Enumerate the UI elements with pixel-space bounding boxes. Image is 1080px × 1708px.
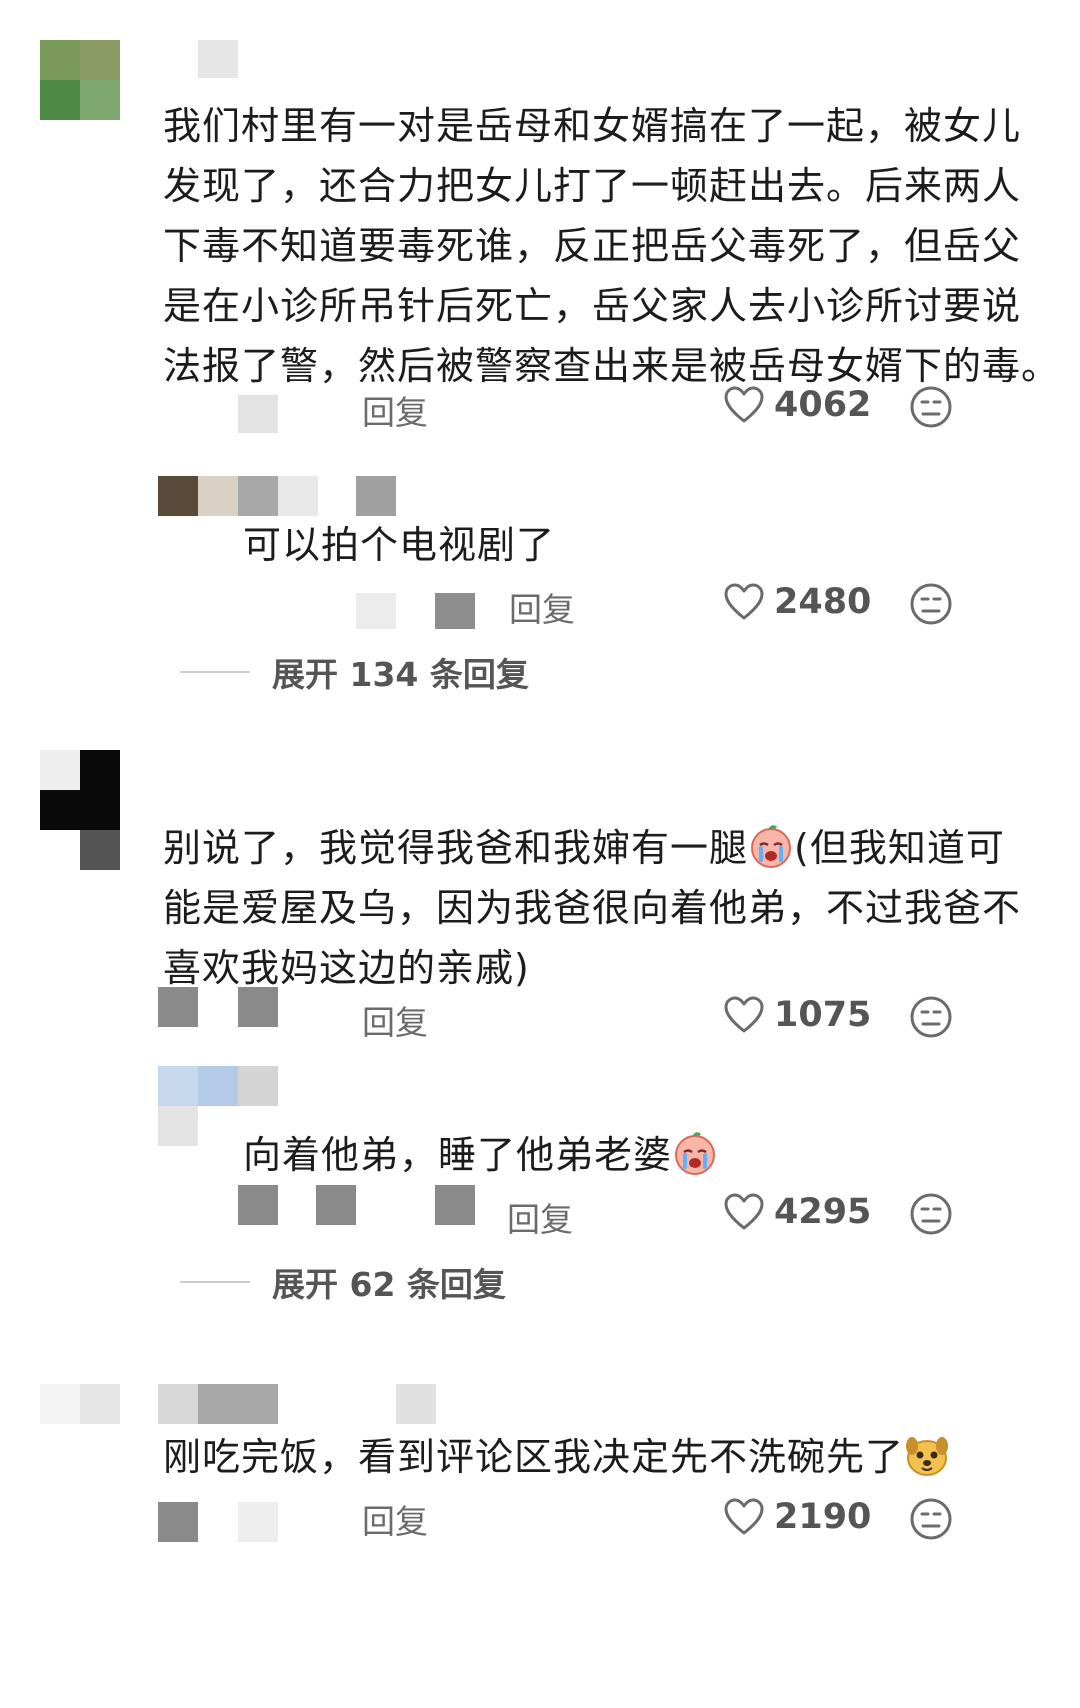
- neutral-face-icon[interactable]: [909, 1192, 953, 1236]
- heart-outline-icon: [724, 1498, 764, 1535]
- like-button[interactable]: 4295: [724, 1192, 871, 1232]
- expand-label: 展开 62 条回复: [272, 1265, 506, 1304]
- avatar[interactable]: [40, 1384, 120, 1424]
- like-button[interactable]: 2190: [724, 1497, 871, 1537]
- sub-reply-text: 可以拍个电视剧了: [243, 523, 556, 567]
- reply-button[interactable]: 回复: [507, 1193, 573, 1241]
- crying-face-emoji: [675, 1132, 716, 1175]
- like-count: 1075: [774, 995, 872, 1035]
- heart-outline-icon: [724, 583, 764, 620]
- expand-replies-button[interactable]: 展开 62 条回复: [180, 1258, 506, 1306]
- comment-text: 别说了，我觉得我爸和我婶有一腿 (但我知道可 能是爱屋及乌，因为我爸很向着他弟，不…: [163, 818, 1021, 998]
- expand-label: 展开 134 条回复: [272, 655, 529, 694]
- timestamp-mosaic: [238, 395, 278, 433]
- timestamp-mosaic: [238, 1185, 278, 1225]
- divider: [180, 1281, 250, 1283]
- timestamp-mosaic: [356, 593, 396, 629]
- dog-face-emoji: [906, 1437, 949, 1476]
- avatar[interactable]: [40, 40, 120, 120]
- reply-button[interactable]: 回复: [362, 996, 428, 1044]
- heart-outline-icon: [724, 386, 764, 423]
- timestamp-mosaic: [435, 593, 475, 629]
- timestamp-mosaic: [316, 1185, 356, 1225]
- like-count: 4295: [774, 1192, 872, 1232]
- like-button[interactable]: 1075: [724, 995, 871, 1035]
- heart-outline-icon: [724, 996, 764, 1033]
- comment-text: 刚吃完饭，看到评论区我决定先不洗碗先了: [163, 1427, 950, 1487]
- timestamp-mosaic: [158, 987, 198, 1027]
- neutral-face-icon[interactable]: [909, 995, 953, 1039]
- like-button[interactable]: 2480: [724, 582, 871, 622]
- username-mosaic[interactable]: [158, 1384, 438, 1424]
- neutral-face-icon[interactable]: [909, 1497, 953, 1541]
- timestamp-mosaic: [238, 1502, 278, 1542]
- sub-avatar-mosaic[interactable]: [158, 476, 398, 516]
- timestamp-mosaic: [435, 1185, 475, 1225]
- crying-face-emoji: [751, 825, 792, 868]
- like-count: 4062: [774, 385, 872, 425]
- sub-reply-text: 向着他弟，睡了他弟老婆: [243, 1125, 718, 1185]
- expand-replies-button[interactable]: 展开 134 条回复: [180, 648, 529, 696]
- neutral-face-icon[interactable]: [909, 582, 953, 626]
- divider: [180, 671, 250, 673]
- like-count: 2190: [774, 1497, 872, 1537]
- like-button[interactable]: 4062: [724, 385, 871, 425]
- reply-button[interactable]: 回复: [362, 1495, 428, 1543]
- reply-button[interactable]: 回复: [509, 583, 575, 631]
- heart-outline-icon: [724, 1193, 764, 1230]
- comment-text: 我们村里有一对是岳母和女婿搞在了一起，被女儿 发现了，还合力把女儿打了一顿赶出去…: [163, 104, 1061, 388]
- username-mosaic[interactable]: [198, 40, 238, 78]
- avatar[interactable]: [40, 750, 120, 870]
- reply-button[interactable]: 回复: [362, 386, 428, 434]
- timestamp-mosaic: [238, 987, 278, 1027]
- neutral-face-icon[interactable]: [909, 385, 953, 429]
- timestamp-mosaic: [158, 1502, 198, 1542]
- like-count: 2480: [774, 582, 872, 622]
